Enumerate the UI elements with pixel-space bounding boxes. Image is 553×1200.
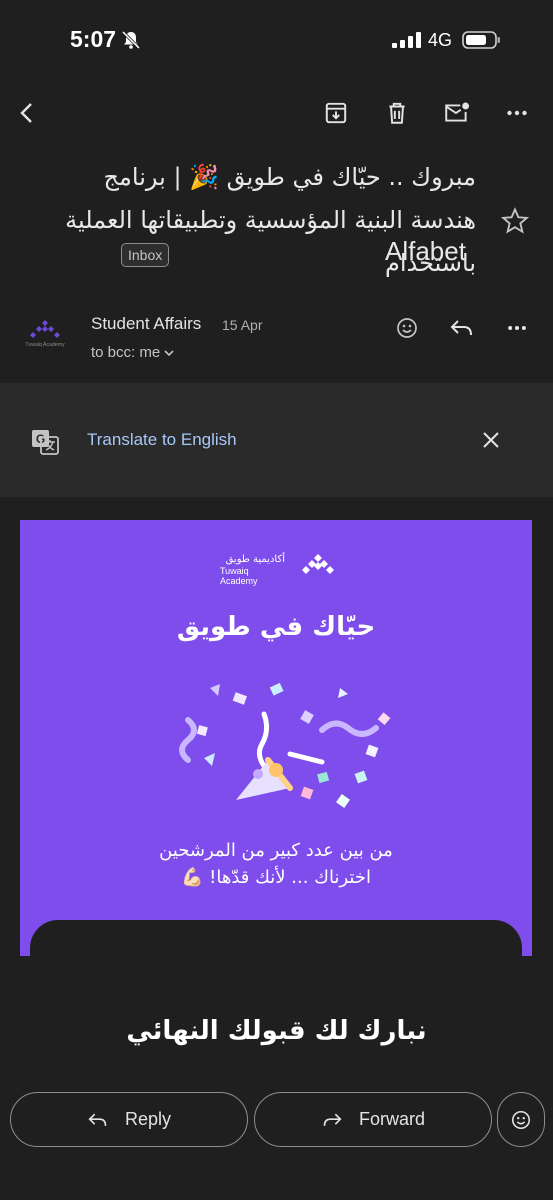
banner-title: حيّاك في طويق <box>176 612 376 642</box>
tuwaiq-logo: أكاديمية طويق Tuwaiq Academy <box>220 552 335 586</box>
reply-label: Reply <box>124 1109 172 1129</box>
close-icon[interactable] <box>478 427 504 453</box>
reply-button[interactable]: Reply <box>10 1092 248 1147</box>
translate-link[interactable]: Translate to English <box>87 430 237 450</box>
sender-name[interactable]: Student Affairs <box>91 314 201 334</box>
translate-banner: G Translate to English <box>0 383 553 497</box>
star-icon[interactable] <box>500 206 530 236</box>
archive-button[interactable] <box>313 90 359 136</box>
more-icon <box>507 110 527 116</box>
svg-text:Tuwaiq Academy: Tuwaiq Academy <box>25 342 65 348</box>
email-date: 15 Apr <box>222 317 263 333</box>
mark-unread-icon <box>445 102 470 122</box>
reply-button-header[interactable] <box>444 310 480 346</box>
forward-icon <box>323 1113 342 1126</box>
body-line-2: اخترناك ... لأنك قدّها! 💪🏻 <box>181 867 371 888</box>
signal-icon <box>392 32 421 48</box>
more-icon <box>508 325 526 331</box>
react-emoji-button[interactable] <box>497 1092 545 1147</box>
mark-unread-button[interactable] <box>434 90 480 136</box>
delete-button[interactable] <box>374 90 420 136</box>
logo-text-english: Tuwaiq Academy <box>220 566 258 586</box>
logo-text-arabic: أكاديمية طويق <box>225 554 285 565</box>
logo-mark-icon <box>302 554 334 574</box>
translate-icon: G <box>32 430 59 455</box>
content-panel <box>30 920 522 956</box>
chevron-down-icon <box>164 350 174 357</box>
recipient-details[interactable]: to bcc: me <box>91 344 176 361</box>
congrats-heading: نبارك لك قبولك النهائي <box>126 1016 427 1046</box>
archive-icon <box>325 102 347 124</box>
back-icon <box>20 103 32 123</box>
party-popper-illustration <box>179 682 391 808</box>
add-reaction-button[interactable] <box>389 310 425 346</box>
status-time: 5:07 <box>70 26 117 52</box>
email-toolbar <box>0 90 553 136</box>
reply-icon <box>450 320 472 336</box>
email-body-banner: أكاديمية طويق Tuwaiq Academy حيّاك في طو… <box>20 520 532 956</box>
reply-icon <box>88 1113 107 1126</box>
delete-icon <box>389 102 405 124</box>
forward-button[interactable]: Forward <box>254 1092 492 1147</box>
body-line-1: من بين عدد كبير من المرشحين <box>159 840 393 861</box>
emoji-icon <box>511 1110 531 1129</box>
avatar[interactable]: Tuwaiq Academy <box>22 312 68 358</box>
emoji-icon <box>397 318 417 338</box>
recipient-text: to bcc: me <box>91 344 161 361</box>
email-subject-tail: Alfabet <box>385 236 466 266</box>
network-type: 4G <box>428 30 453 50</box>
status-bar: 5:07 4G <box>0 0 553 80</box>
forward-label: Forward <box>358 1109 425 1129</box>
back-button[interactable] <box>5 90 51 136</box>
battery-icon <box>462 31 500 49</box>
more-options-button[interactable] <box>494 90 540 136</box>
label-chip-inbox[interactable]: Inbox <box>121 243 170 267</box>
message-more-button[interactable] <box>499 310 535 346</box>
bell-off-icon <box>121 30 141 50</box>
